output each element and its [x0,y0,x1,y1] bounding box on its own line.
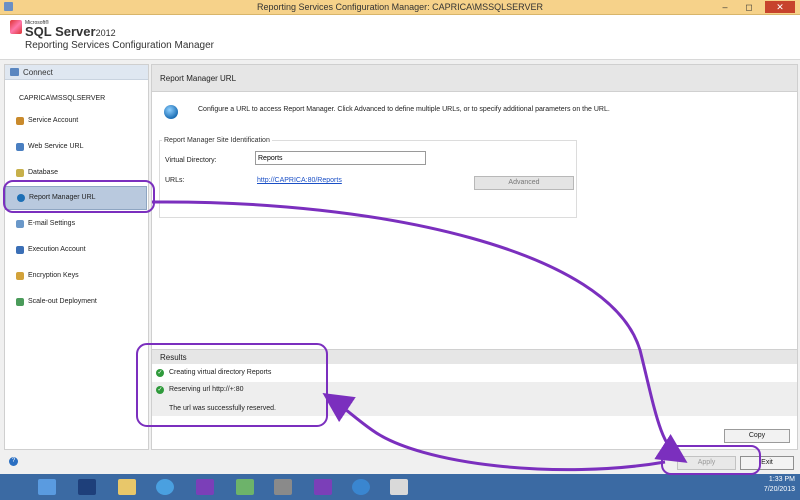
arrow-to-apply [151,200,688,463]
annotation-overlay [3,180,761,475]
arrow-to-results [322,393,666,472]
highlight-report-manager-url [3,180,155,213]
highlight-apply [661,445,761,475]
highlight-results [136,343,328,427]
